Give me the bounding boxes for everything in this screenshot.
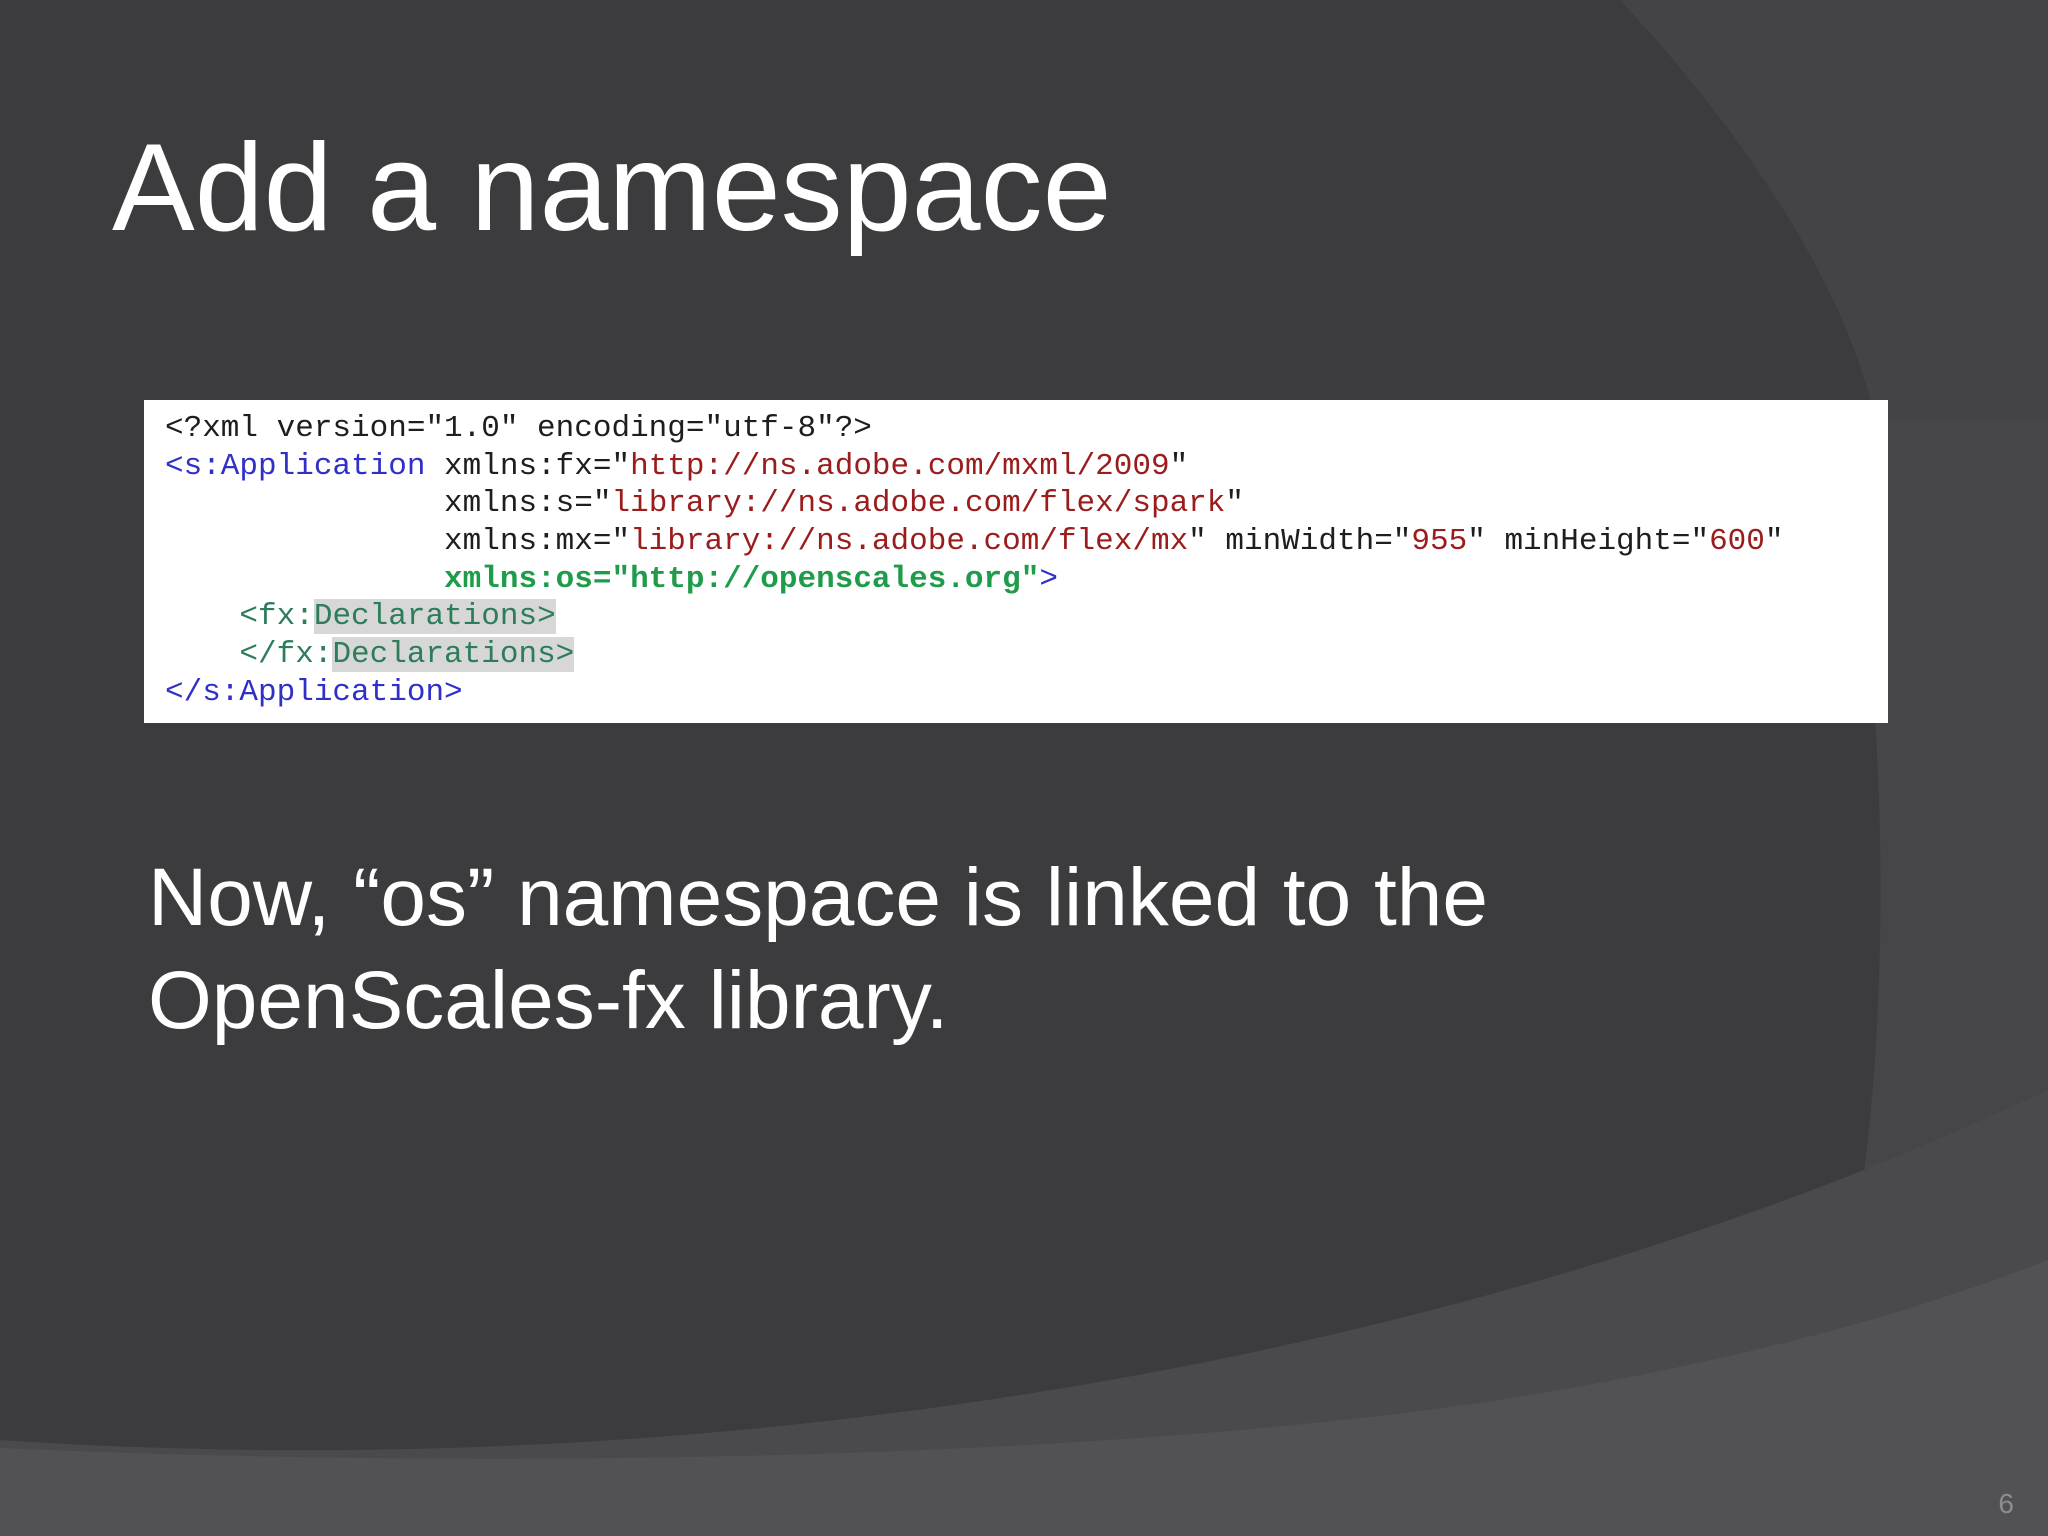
mx-quote: "	[1764, 524, 1784, 560]
body-line-1: Now, “os” namespace is linked to the	[148, 852, 1488, 943]
body-text: Now, “os” namespace is linked to the Open…	[148, 846, 1488, 1052]
code-line-os-namespace: xmlns:os="http://openscales.org">	[165, 561, 1868, 599]
declarations-open-prefix: <fx:	[239, 599, 314, 635]
s-quote: "	[1225, 486, 1244, 522]
code-line-application-close: </s:Application>	[165, 674, 1868, 712]
os-namespace-declaration: xmlns:os="http://openscales.org"	[444, 561, 1040, 597]
min-width-attribute: " minWidth="	[1188, 524, 1412, 560]
min-height-value: 600	[1709, 524, 1765, 560]
declarations-close-highlight: Declarations>	[332, 637, 575, 673]
slide-title: Add a namespace	[112, 119, 1112, 257]
code-line-mx-namespace: xmlns:mx="library://ns.adobe.com/flex/mx…	[165, 523, 1868, 561]
min-height-attribute: " minHeight="	[1467, 524, 1710, 560]
xml-declaration: <?xml version="1.0" encoding="utf-8"?>	[165, 411, 872, 446]
mx-value: library://ns.adobe.com/flex/mx	[630, 524, 1189, 560]
code-line-application-open: <s:Application xmlns:fx="http://ns.adobe…	[165, 448, 1868, 486]
code-line-xml-declaration: <?xml version="1.0" encoding="utf-8"?>	[165, 410, 1868, 448]
application-close-tag: </s:Application>	[165, 674, 463, 710]
tag-close: >	[1039, 561, 1058, 597]
slide: Add a namespace <?xml version="1.0" enco…	[0, 0, 2048, 1536]
page-number: 6	[1998, 1488, 2014, 1519]
fx-value: http://ns.adobe.com/mxml/2009	[630, 448, 1170, 484]
s-value: library://ns.adobe.com/flex/spark	[611, 486, 1226, 522]
code-line-declarations-close: </fx:Declarations>	[165, 636, 1868, 674]
application-tag: <s:Application	[165, 448, 426, 484]
fx-attribute: xmlns:fx="	[425, 448, 631, 484]
declarations-open-highlight: Declarations>	[313, 599, 556, 635]
body-line-2: OpenScales-fx library.	[148, 955, 949, 1046]
fx-quote: "	[1169, 448, 1189, 484]
code-line-spark-namespace: xmlns:s="library://ns.adobe.com/flex/spa…	[165, 485, 1868, 523]
code-block: <?xml version="1.0" encoding="utf-8"?> <…	[144, 400, 1888, 723]
code-line-declarations-open: <fx:Declarations>	[165, 598, 1868, 636]
min-width-value: 955	[1411, 524, 1468, 560]
s-attribute: xmlns:s="	[444, 486, 612, 522]
mx-attribute: xmlns:mx="	[444, 524, 631, 560]
declarations-close-prefix: </fx:	[239, 637, 333, 673]
